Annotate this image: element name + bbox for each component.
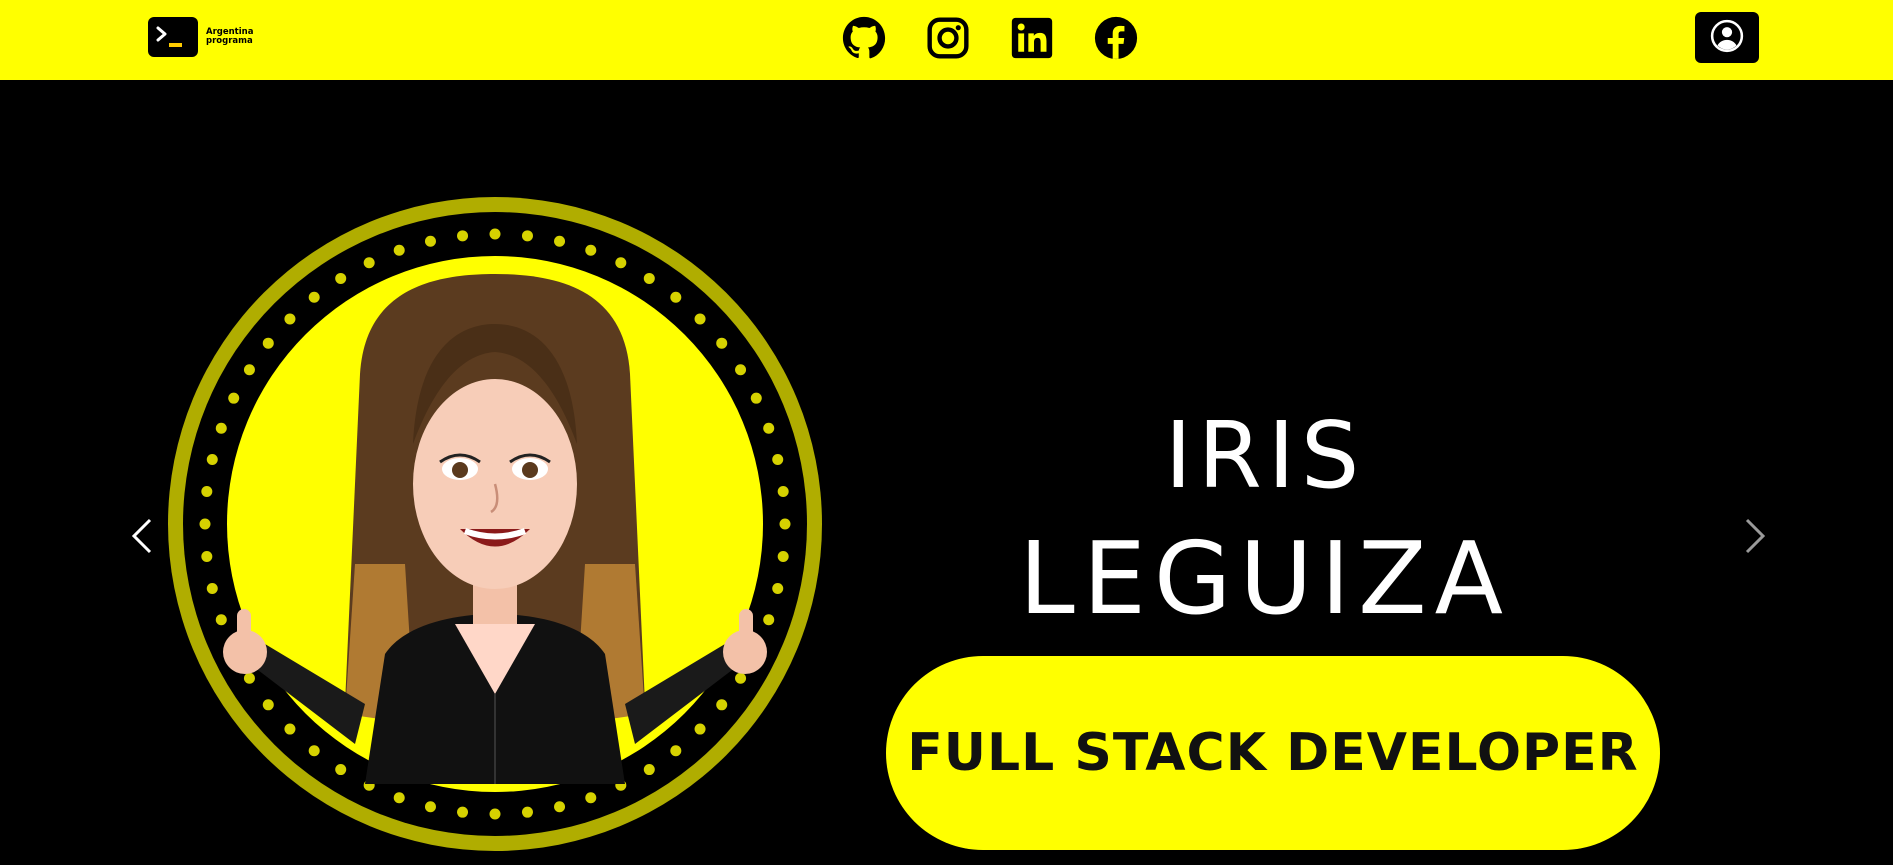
social-links	[842, 16, 1138, 60]
carousel-prev-button[interactable]	[122, 508, 162, 568]
instagram-icon[interactable]	[926, 16, 970, 60]
role-badge: FULL STACK DEVELOPER	[886, 656, 1660, 850]
carousel-next-button[interactable]	[1735, 508, 1775, 568]
login-button[interactable]	[1695, 12, 1759, 63]
facebook-icon[interactable]	[1094, 16, 1138, 60]
brand-text: Argentina programa	[206, 28, 253, 46]
brand-line-2: programa	[206, 36, 253, 46]
hero-carousel: IRIS LEGUIZA FULL STACK DEVELOPER	[0, 80, 1893, 865]
user-circle-icon	[1710, 19, 1744, 56]
hero-last-name: LEGUIZA	[1019, 520, 1511, 637]
brand-logo[interactable]: Argentina programa	[148, 17, 253, 57]
hero-first-name: IRIS	[1164, 402, 1366, 509]
linkedin-icon[interactable]	[1010, 16, 1054, 60]
chevron-right-icon	[1743, 516, 1767, 560]
github-icon[interactable]	[842, 16, 886, 60]
chevron-left-icon	[130, 516, 154, 560]
role-text: FULL STACK DEVELOPER	[907, 723, 1639, 783]
navbar: Argentina programa	[0, 0, 1893, 80]
terminal-prompt-icon	[148, 17, 198, 57]
